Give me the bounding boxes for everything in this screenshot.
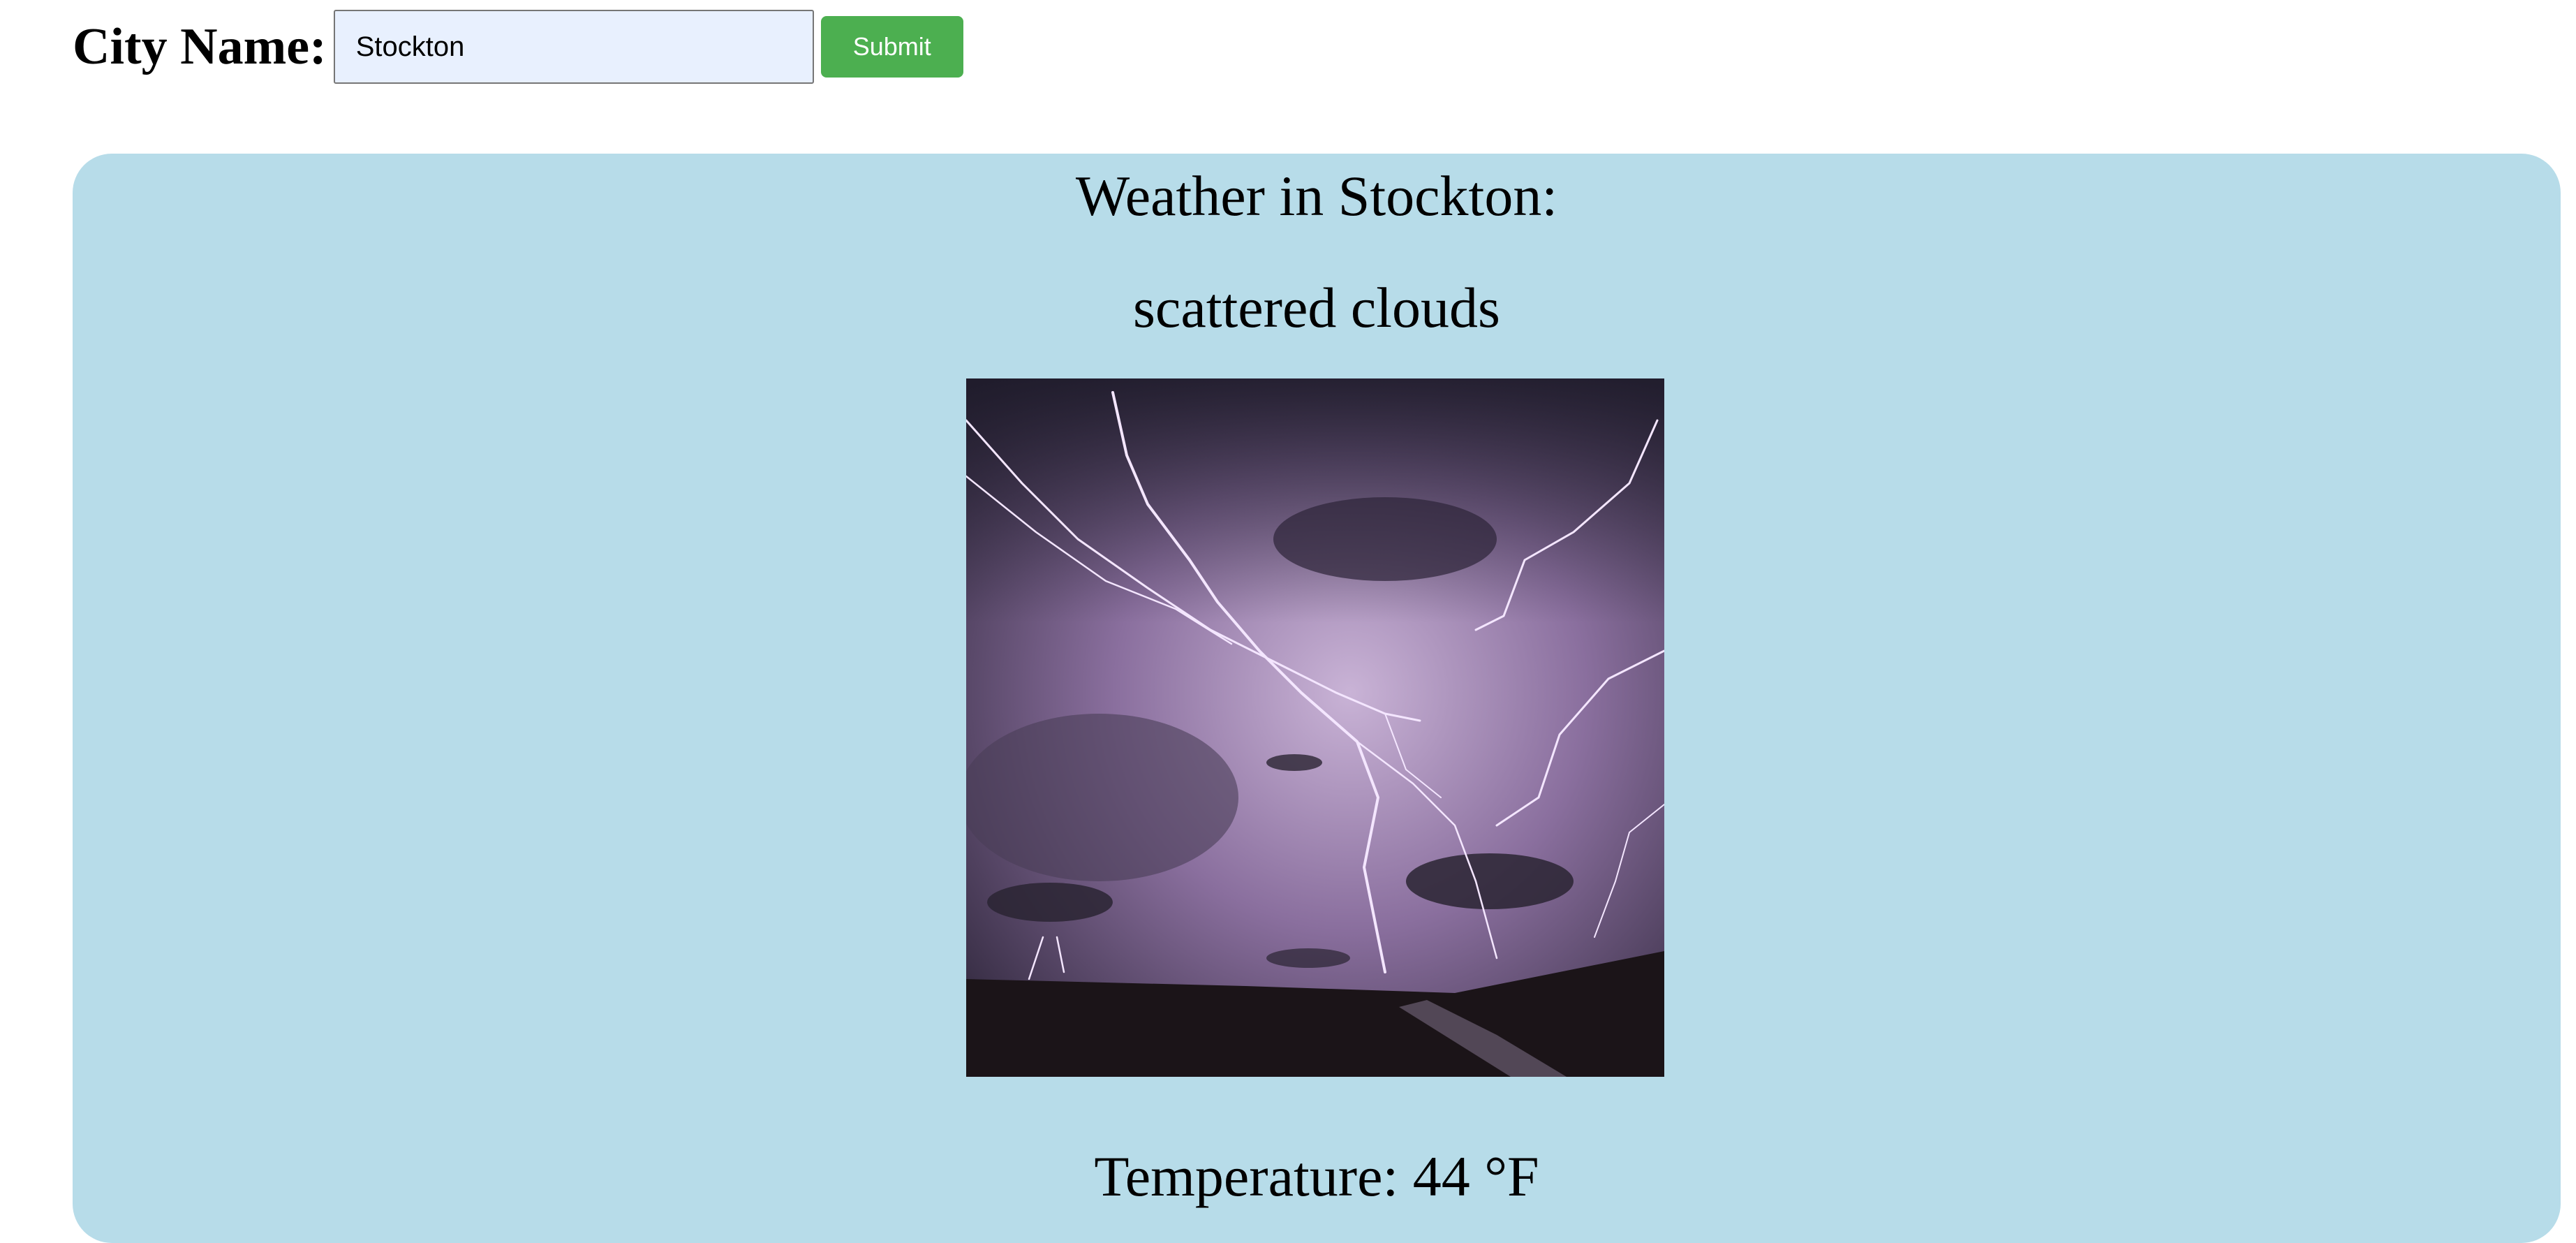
weather-description: scattered clouds — [1133, 276, 1500, 339]
weather-image — [966, 378, 1664, 1077]
submit-button[interactable]: Submit — [820, 16, 963, 78]
lightning-storm-icon — [966, 378, 1664, 1077]
temperature-text: Temperature: 44 °F — [1094, 1145, 1539, 1208]
weather-card: Weather in Stockton: scattered clouds Te… — [73, 154, 2561, 1243]
city-form: City Name: Submit — [73, 10, 963, 84]
weather-title: Weather in Stockton: — [1075, 164, 1558, 228]
city-name-label: City Name: — [73, 17, 327, 75]
city-name-input[interactable] — [333, 10, 814, 84]
